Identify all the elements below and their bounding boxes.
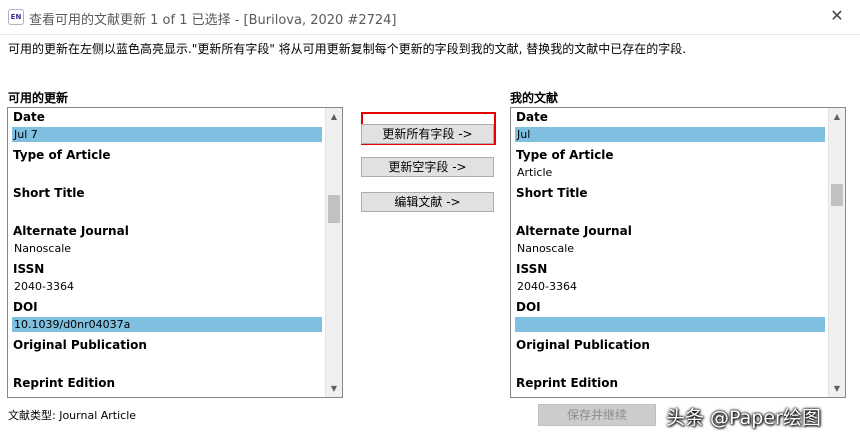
field-value[interactable]: 10.1039/d0nr04037a	[12, 317, 322, 332]
field-value[interactable]	[12, 165, 322, 180]
field-name: DOI	[13, 300, 38, 314]
update-all-fields-button[interactable]: 更新所有字段 ->	[361, 124, 494, 144]
field-type-of-article: Type of Article Article	[515, 146, 825, 184]
close-icon[interactable]: ✕	[814, 0, 860, 34]
scroll-thumb[interactable]	[328, 195, 340, 223]
field-name: Type of Article	[516, 148, 614, 162]
available-updates-label: 可用的更新	[8, 91, 69, 105]
available-updates-list[interactable]: Date Jul 7 Type of Article Short Title A…	[7, 107, 343, 398]
field-original-publication: Original Publication	[12, 336, 322, 374]
field-alternate-journal: Alternate Journal Nanoscale	[12, 222, 322, 260]
field-type-of-article: Type of Article	[12, 146, 322, 184]
field-value[interactable]: Article	[515, 165, 825, 180]
field-reprint-edition: Reprint Edition	[12, 374, 322, 397]
field-original-publication: Original Publication	[515, 336, 825, 374]
field-name: Reprint Edition	[13, 376, 115, 390]
field-value[interactable]: 2040-3364	[515, 279, 825, 294]
field-date: Date Jul 7	[12, 108, 322, 146]
field-value[interactable]: Nanoscale	[515, 241, 825, 256]
endnote-app-icon: EN	[8, 9, 24, 25]
field-date: Date Jul	[515, 108, 825, 146]
scroll-thumb[interactable]	[831, 184, 843, 206]
field-value[interactable]	[515, 355, 825, 370]
field-value[interactable]	[12, 393, 322, 397]
field-short-title: Short Title	[515, 184, 825, 222]
field-issn: ISSN 2040-3364	[12, 260, 322, 298]
edit-reference-button[interactable]: 编辑文献 ->	[361, 192, 494, 212]
scroll-down-arrow-icon[interactable]: ▼	[829, 380, 845, 397]
field-value[interactable]	[515, 203, 825, 218]
field-name: Original Publication	[13, 338, 147, 352]
field-name: Alternate Journal	[13, 224, 129, 238]
field-value[interactable]: 2040-3364	[12, 279, 322, 294]
field-alternate-journal: Alternate Journal Nanoscale	[515, 222, 825, 260]
field-value[interactable]: Nanoscale	[12, 241, 322, 256]
instruction-text: 可用的更新在左侧以蓝色高亮显示."更新所有字段" 将从可用更新复制每个更新的字段…	[8, 42, 687, 56]
field-name: Date	[13, 110, 45, 124]
field-value[interactable]: Jul 7	[12, 127, 322, 142]
window-title: 查看可用的文献更新 1 of 1 已选择 - [Burilova, 2020 #…	[29, 13, 397, 28]
field-name: Short Title	[516, 186, 588, 200]
field-value[interactable]	[515, 317, 825, 332]
right-scrollbar[interactable]: ▲ ▼	[828, 108, 845, 397]
scroll-up-arrow-icon[interactable]: ▲	[829, 108, 845, 125]
title-bar: EN 查看可用的文献更新 1 of 1 已选择 - [Burilova, 202…	[0, 0, 860, 35]
scroll-down-arrow-icon[interactable]: ▼	[326, 380, 342, 397]
update-empty-fields-button[interactable]: 更新空字段 ->	[361, 157, 494, 177]
field-name: ISSN	[13, 262, 45, 276]
field-name: Date	[516, 110, 548, 124]
reference-type-status: 文献类型: Journal Article	[8, 409, 137, 422]
field-name: Short Title	[13, 186, 85, 200]
field-doi: DOI 10.1039/d0nr04037a	[12, 298, 322, 336]
field-name: Type of Article	[13, 148, 111, 162]
field-name: Alternate Journal	[516, 224, 632, 238]
scroll-up-arrow-icon[interactable]: ▲	[326, 108, 342, 125]
field-name: ISSN	[516, 262, 548, 276]
field-value[interactable]: Jul	[515, 127, 825, 142]
field-name: DOI	[516, 300, 541, 314]
save-and-continue-button[interactable]: 保存并继续	[538, 404, 656, 426]
field-doi: DOI	[515, 298, 825, 336]
field-value[interactable]	[515, 393, 825, 397]
my-reference-list[interactable]: Date Jul Type of Article Article Short T…	[510, 107, 846, 398]
field-name: Reprint Edition	[516, 376, 618, 390]
field-reprint-edition: Reprint Edition	[515, 374, 825, 397]
field-name: Original Publication	[516, 338, 650, 352]
field-issn: ISSN 2040-3364	[515, 260, 825, 298]
field-short-title: Short Title	[12, 184, 322, 222]
field-value[interactable]	[12, 203, 322, 218]
field-value[interactable]	[12, 355, 322, 370]
my-reference-label: 我的文献	[510, 91, 559, 105]
left-scrollbar[interactable]: ▲ ▼	[325, 108, 342, 397]
watermark: 头条 @Paper绘图	[666, 407, 821, 429]
